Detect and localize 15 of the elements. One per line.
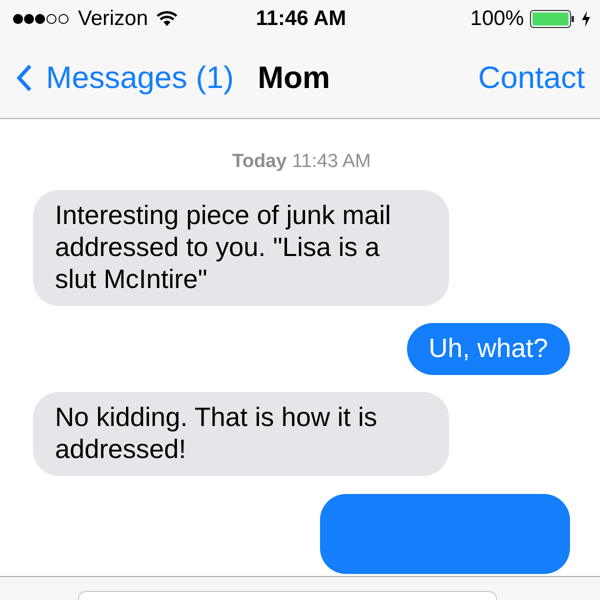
conversation-title: Mom — [258, 60, 330, 96]
battery-percentage: 100% — [470, 7, 524, 31]
charging-icon — [582, 11, 590, 27]
signal-icon — [12, 13, 70, 25]
message-bubble: Uh, what? — [406, 323, 570, 375]
message-bubble: Interesting piece of junk mail addressed to you. "Lisa is a slut McIntire" — [33, 190, 449, 306]
back-chevron-icon — [16, 64, 32, 92]
contact-button[interactable]: Contact — [478, 60, 585, 96]
message-bubble: No kidding. That is how it is addressed! — [33, 392, 449, 476]
battery-icon — [530, 10, 576, 28]
status-time: 11:46 AM — [256, 7, 346, 31]
message-timestamp: Today 11:43 AM — [232, 151, 371, 173]
back-button[interactable]: Messages (1) — [16, 60, 234, 96]
wifi-icon — [156, 11, 178, 27]
carrier-name: Verizon — [78, 7, 148, 31]
